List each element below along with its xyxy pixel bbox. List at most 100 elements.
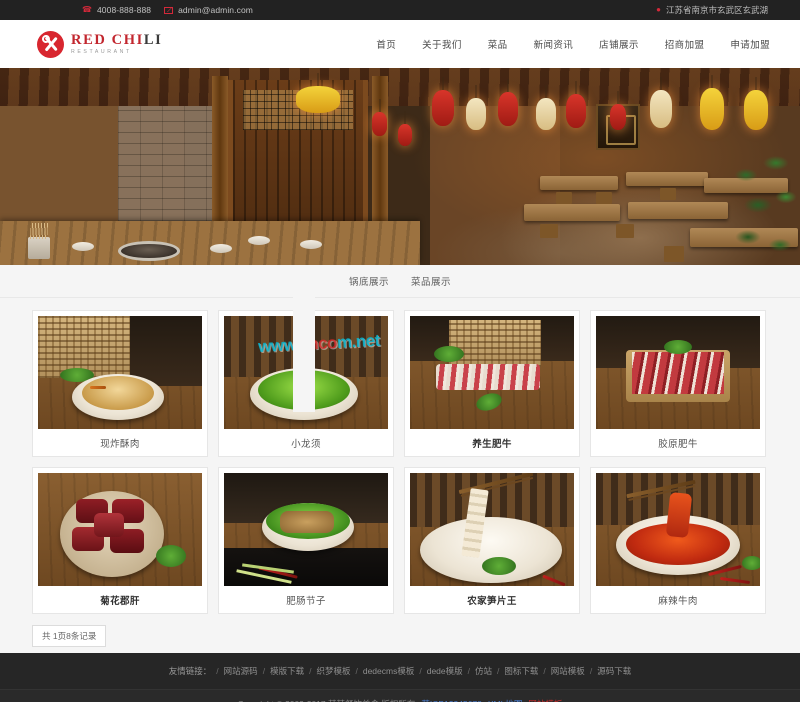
lantern-icon <box>744 90 768 130</box>
product-gallery-section: 现炸酥肉 小龙须 养生肥牛 胶原肥牛 菊花郡肝 肥肠节子 农家笋片王 麻辣牛肉 … <box>0 282 800 653</box>
lantern-icon <box>650 90 672 128</box>
footer-link-dedecms[interactable]: dedecms模板 <box>363 665 415 677</box>
stool <box>556 192 572 204</box>
company-address: 江苏省南京市玄武区玄武湖 <box>665 5 768 15</box>
spoon-head-shape <box>41 33 51 44</box>
topbar-contact-group: ☎ 4008-888-888 admin@admin.com <box>82 5 253 15</box>
product-caption: 现炸酥肉 <box>100 438 140 450</box>
product-card[interactable]: 养生肥牛 <box>404 310 580 457</box>
product-image-green-vegetable <box>224 316 388 429</box>
footer-link-clone-site[interactable]: 仿站 <box>475 665 492 677</box>
product-card[interactable]: 小龙须 <box>218 310 394 457</box>
icp-license-link[interactable]: 苏ICP12345678 <box>421 698 482 702</box>
lantern-icon <box>536 98 556 130</box>
dining-table <box>540 176 618 190</box>
product-caption: 麻辣牛肉 <box>658 595 698 607</box>
lantern-icon <box>372 112 387 136</box>
dining-table <box>626 172 708 186</box>
serving-bowl <box>210 244 232 253</box>
nav-item-news[interactable]: 新闻资讯 <box>521 31 587 57</box>
stool <box>540 224 558 238</box>
copyright-text: Copyright © 2002-2017 某某餐饮美食 版权所有 <box>238 698 416 702</box>
phone-icon: ☎ <box>82 5 92 14</box>
product-image-intestine-dish <box>224 473 388 586</box>
link-separator: / <box>216 666 219 676</box>
phone-contact[interactable]: ☎ 4008-888-888 <box>82 5 151 15</box>
link-separator: / <box>309 666 312 676</box>
link-separator: / <box>497 666 500 676</box>
product-card[interactable]: 肥肠节子 <box>218 467 394 614</box>
main-navigation: 首页 关于我们 菜品 新闻资讯 店铺展示 招商加盟 申请加盟 <box>363 31 778 57</box>
footer-link-source-code[interactable]: 网站源码 <box>224 665 258 677</box>
lantern-icon <box>566 94 586 128</box>
link-separator: / <box>419 666 422 676</box>
stool <box>664 246 684 262</box>
hotpot-vessel <box>118 241 180 261</box>
site-footer: 友情链接： / 网站源码 / 模版下载 / 织梦模板 / dedecms模板 /… <box>0 653 800 702</box>
footer-link-web-template[interactable]: 网站模板 <box>551 665 585 677</box>
mail-icon <box>164 6 174 14</box>
link-separator: / <box>543 666 546 676</box>
logo-subtitle: RESTAURANT <box>71 49 132 56</box>
product-card[interactable]: 胶原肥牛 <box>590 310 766 457</box>
product-caption: 菊花郡肝 <box>100 595 140 607</box>
product-caption: 胶原肥牛 <box>658 438 698 450</box>
link-separator: / <box>467 666 471 676</box>
serving-bowl <box>300 240 322 249</box>
stool <box>616 224 634 238</box>
lantern-icon <box>610 104 626 130</box>
email-contact[interactable]: admin@admin.com <box>164 5 253 15</box>
lantern-icon <box>700 88 724 130</box>
product-image-spicy-beef <box>596 473 760 586</box>
nav-item-about[interactable]: 关于我们 <box>409 31 475 57</box>
pagination-bar: 共 1页8条记录 <box>32 625 768 647</box>
nav-item-home[interactable]: 首页 <box>363 31 409 57</box>
nav-item-dishes[interactable]: 菜品 <box>475 31 521 57</box>
product-card[interactable]: 现炸酥肉 <box>32 310 208 457</box>
product-caption: 农家笋片王 <box>467 595 517 607</box>
hero-wooden-ceiling <box>0 68 800 106</box>
dining-table <box>524 204 620 221</box>
subnav-item-dishes[interactable]: 菜品展示 <box>411 274 451 288</box>
spoon-fork-circle-icon <box>37 30 64 58</box>
product-image-liver-slices <box>38 473 202 586</box>
hero-banner[interactable] <box>0 68 800 265</box>
nav-item-franchise[interactable]: 招商加盟 <box>652 31 718 57</box>
footer-link-dede[interactable]: dede模版 <box>427 665 463 677</box>
product-image-collagen-beef <box>596 316 760 429</box>
product-image-fried-pork <box>38 316 202 429</box>
xml-sitemap-link[interactable]: XML地图 <box>488 698 522 702</box>
location-pin-icon: ● <box>656 5 661 14</box>
category-subnav: 锅底展示 菜品展示 <box>0 265 800 298</box>
hero-restaurant-interior-image <box>0 68 800 265</box>
logo-title-accent: LI <box>143 31 163 48</box>
product-grid: 现炸酥肉 小龙须 养生肥牛 胶原肥牛 菊花郡肝 肥肠节子 农家笋片王 麻辣牛肉 <box>32 310 768 614</box>
link-separator: / <box>262 666 266 676</box>
record-count-label: 共 1页8条记录 <box>32 625 107 647</box>
site-logo[interactable]: RED CHILI RESTAURANT <box>37 30 163 58</box>
lantern-icon <box>398 124 412 146</box>
product-card[interactable]: 菊花郡肝 <box>32 467 208 614</box>
hero-foreground-counter <box>0 221 420 265</box>
stool <box>660 188 676 200</box>
footer-link-dedream[interactable]: 织梦模板 <box>316 665 350 677</box>
chopstick-jar <box>28 223 50 259</box>
website-template-link[interactable]: 网站模板 <box>528 698 562 702</box>
footer-link-template-dl[interactable]: 模版下载 <box>270 665 304 677</box>
product-caption: 肥肠节子 <box>286 595 326 607</box>
logo-text-block: RED CHILI RESTAURANT <box>71 31 163 56</box>
dining-table <box>628 202 728 219</box>
footer-link-icon-dl[interactable]: 图标下载 <box>504 665 538 677</box>
subnav-item-soup-base[interactable]: 锅底展示 <box>349 274 389 288</box>
friendly-links-label: 友情链接： <box>168 666 212 676</box>
link-separator: / <box>355 666 358 676</box>
product-card[interactable]: 农家笋片王 <box>404 467 580 614</box>
hero-potted-plant <box>728 145 800 265</box>
product-card[interactable]: 麻辣牛肉 <box>590 467 766 614</box>
nav-item-stores[interactable]: 店铺展示 <box>586 31 652 57</box>
serving-bowl <box>248 236 270 245</box>
nav-item-apply[interactable]: 申请加盟 <box>717 31 778 57</box>
footer-link-code-dl[interactable]: 源码下载 <box>597 665 631 677</box>
topbar-address-group: ● 江苏省南京市玄武区玄武湖 <box>656 4 768 16</box>
link-separator: / <box>589 666 593 676</box>
